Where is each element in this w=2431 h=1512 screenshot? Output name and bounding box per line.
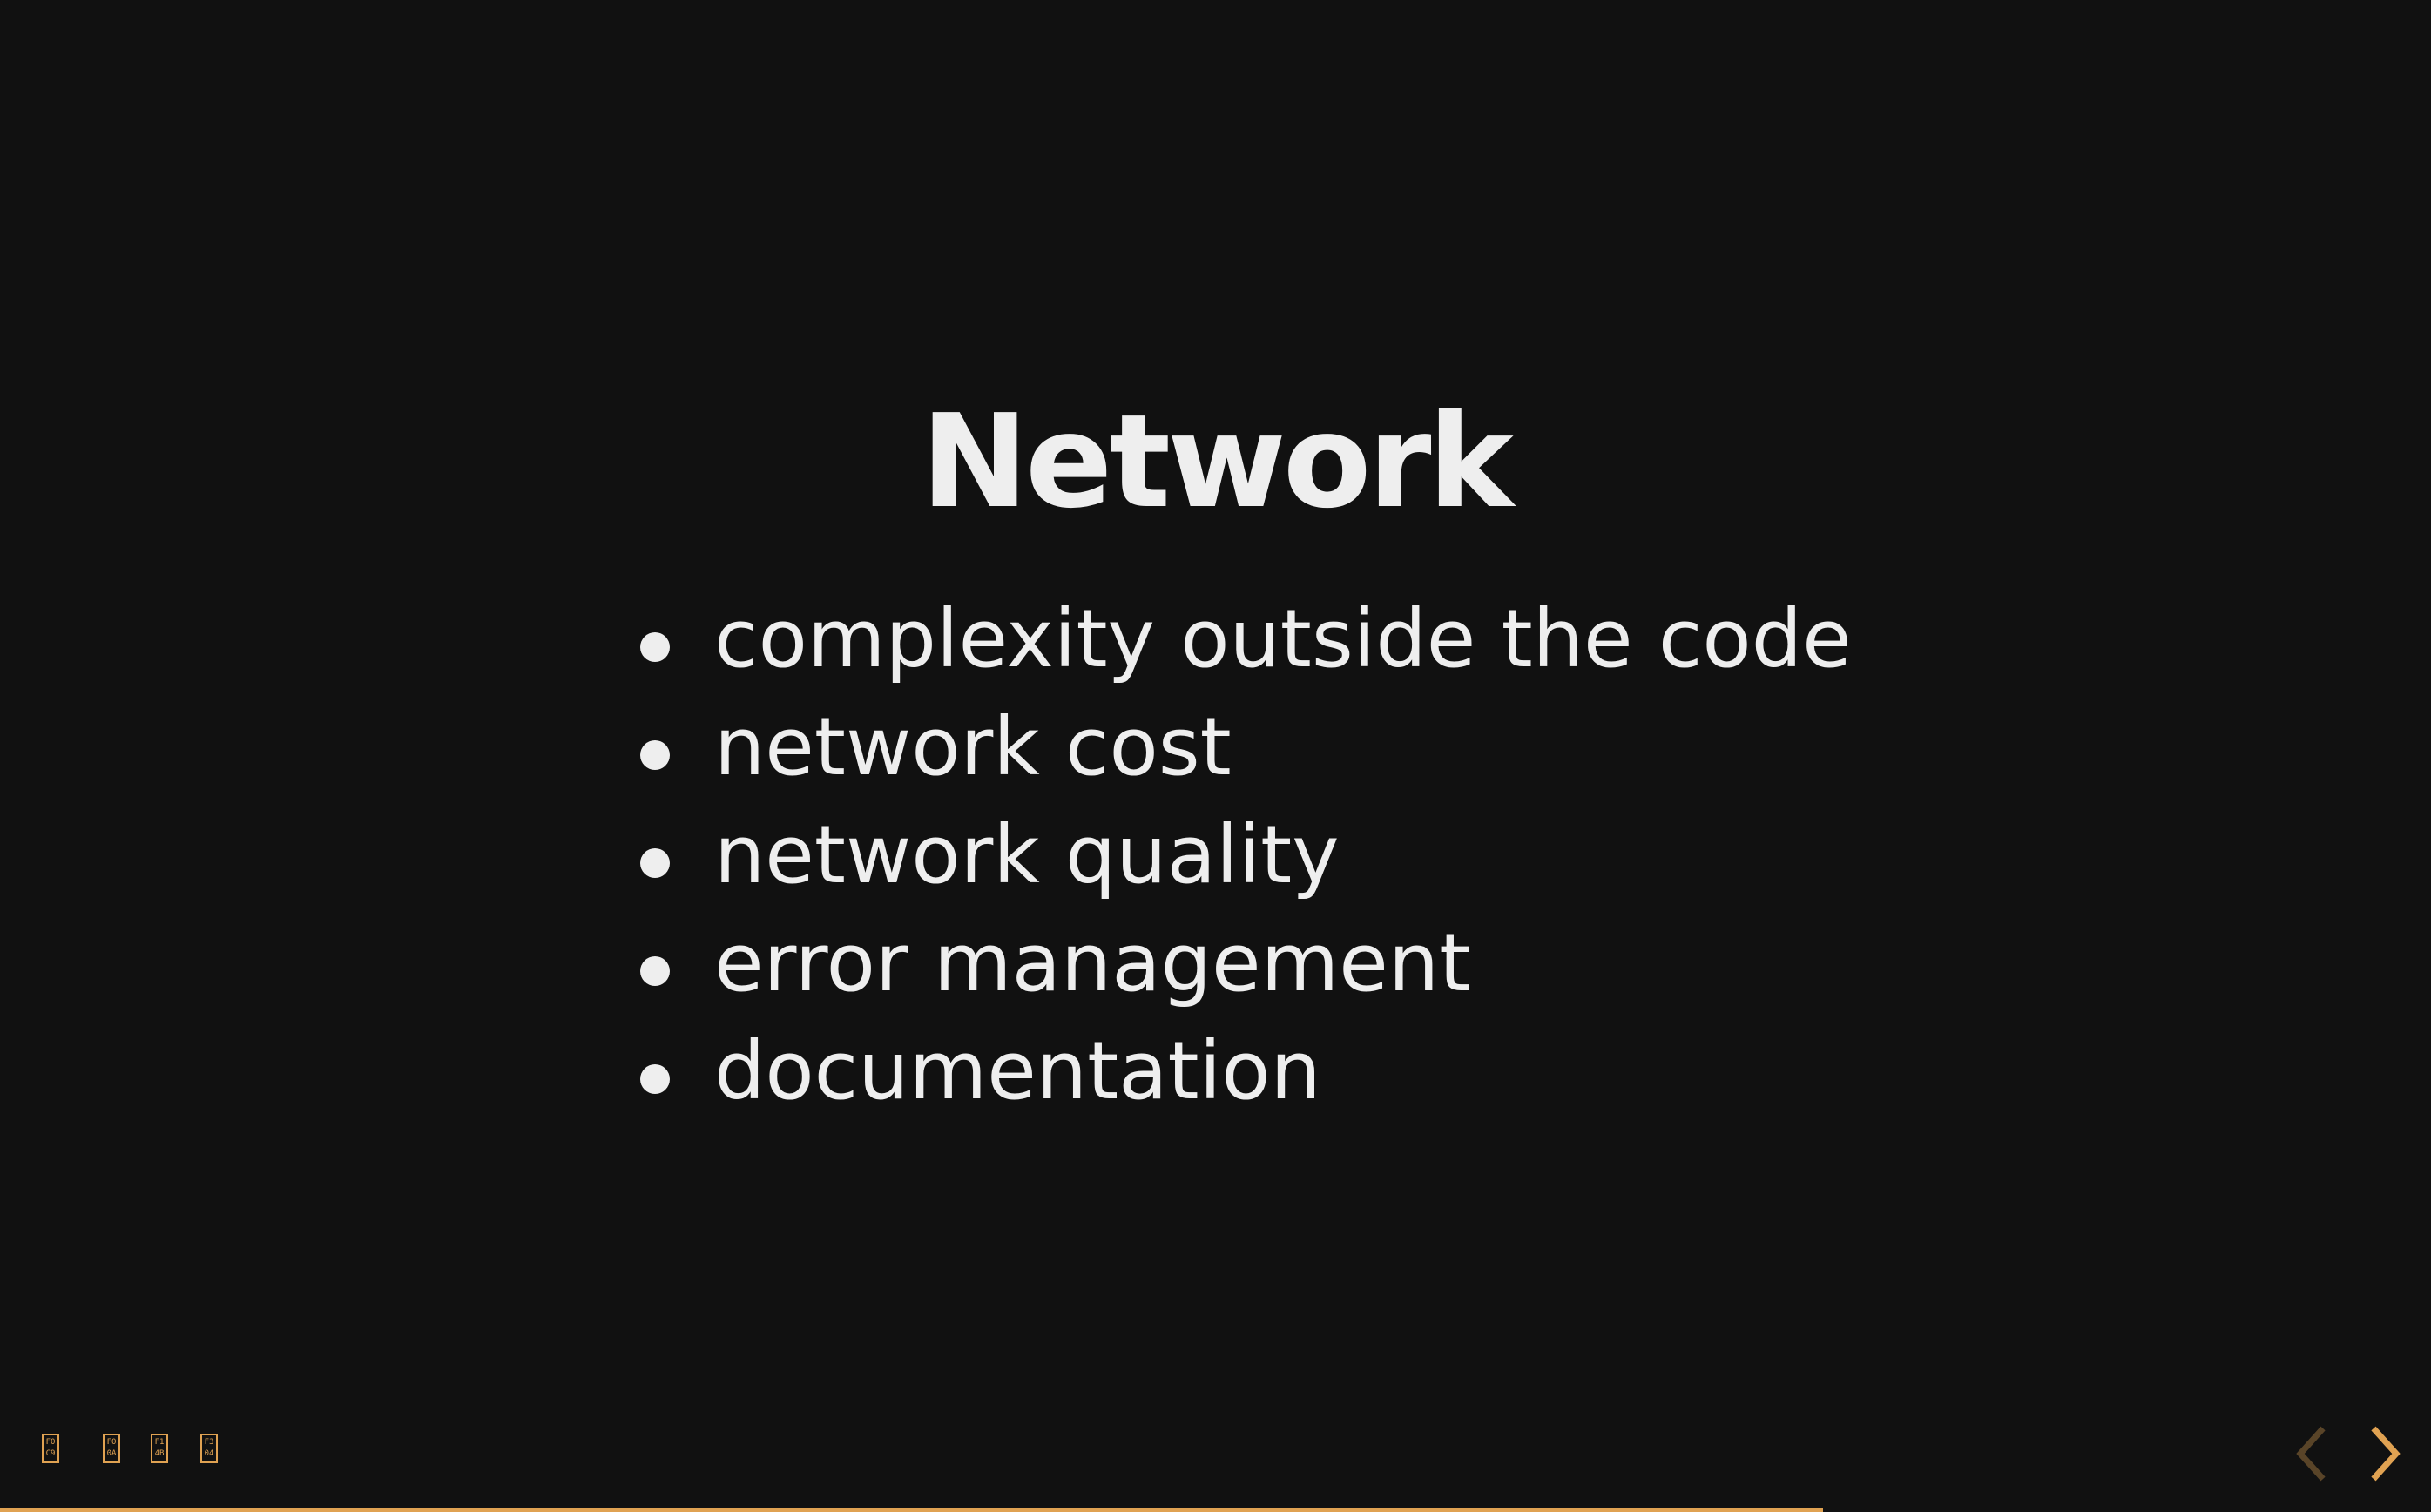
bullet-text: error management [714, 916, 1471, 1009]
glyph-code-lo: 04 [204, 1449, 214, 1458]
bullet-marker [640, 1064, 670, 1094]
progress-bar [0, 1508, 2431, 1512]
bullet-text: network cost [714, 700, 1232, 793]
slide-title: Network [921, 387, 1514, 537]
slide-navigation [2292, 1413, 2431, 1491]
bullet-marker [640, 848, 670, 878]
bullet-item: error management [636, 909, 1852, 1017]
glyph-code-hi: F0 [106, 1438, 117, 1447]
missing-glyph-icon[interactable]: F0 C9 [42, 1434, 59, 1463]
missing-glyph-icon[interactable]: F1 4B [151, 1434, 168, 1463]
progress-fill [0, 1508, 1824, 1512]
toolbar-icons: F0 C9 F0 0A F1 4B F3 04 [0, 1434, 261, 1468]
glyph-code-hi: F3 [204, 1438, 214, 1447]
bullet-text: complexity outside the code [714, 592, 1852, 685]
glyph-code-hi: F1 [154, 1438, 165, 1447]
glyph-code-lo: 0A [106, 1449, 117, 1458]
previous-slide-button[interactable] [2292, 1423, 2335, 1484]
chevron-left-icon [2296, 1426, 2326, 1482]
bullet-marker [640, 740, 670, 770]
next-slide-button[interactable] [2363, 1423, 2407, 1484]
bullet-item: documentation [636, 1017, 1852, 1125]
bullet-text: network quality [714, 808, 1340, 901]
glyph-code-lo: 4B [154, 1449, 165, 1458]
bullet-item: complexity outside the code [636, 585, 1852, 693]
bullet-list: complexity outside the code network cost… [636, 585, 1852, 1125]
chevron-right-icon [2371, 1426, 2401, 1482]
current-slide: Network complexity outside the code netw… [0, 0, 2431, 1512]
missing-glyph-icon[interactable]: F0 0A [103, 1434, 120, 1463]
glyph-code-lo: C9 [45, 1449, 56, 1458]
presentation-viewport: Network complexity outside the code netw… [0, 0, 2431, 1512]
missing-glyph-icon[interactable]: F3 04 [200, 1434, 218, 1463]
bullet-item: network cost [636, 693, 1852, 801]
bullet-text: documentation [714, 1024, 1321, 1117]
bullet-marker [640, 956, 670, 986]
glyph-code-hi: F0 [45, 1438, 56, 1447]
bullet-item: network quality [636, 801, 1852, 909]
bullet-marker [640, 632, 670, 662]
